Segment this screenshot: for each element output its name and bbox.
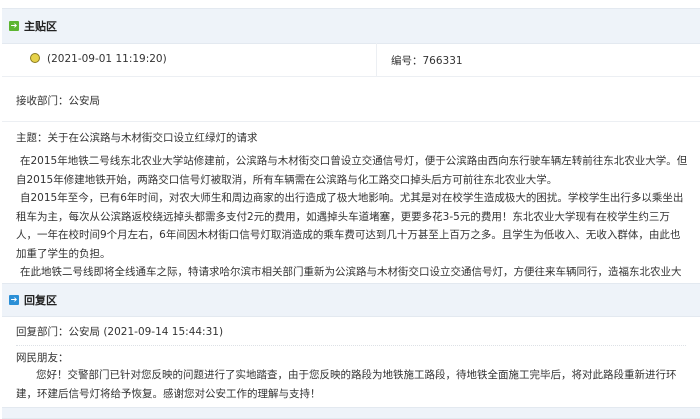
reply-body: 您好！交警部门已针对您反映的问题进行了实地踏查，由于您反映的路段为地铁施工路段，… [16, 366, 688, 403]
divider [16, 345, 686, 346]
department-row: 接收部门：公安局 [2, 77, 700, 122]
reply-text: 您好！交警部门已针对您反映的问题进行了实地踏查，由于您反映的路段为地铁施工路段，… [16, 369, 677, 400]
reply-department: 回复部门：公安局 (2021-09-14 15:44:31) [16, 326, 224, 338]
divider [376, 43, 377, 76]
post-number: 编号：766331 [391, 55, 463, 67]
footer-band [2, 407, 700, 419]
post-body: 在2015年地铁二号线东北农业大学站修建前，公滨路与木材街交口曾设立交通信号灯，… [16, 152, 688, 300]
post-paragraph: 在2015年地铁二号线东北农业大学站修建前，公滨路与木材街交口曾设立交通信号灯，… [16, 155, 688, 186]
reply-icon: ➔ [9, 295, 19, 305]
post-paragraph: 自2015年至今，已有6年时间，对农大师生和周边商家的出行造成了极大地影响。尤其… [16, 192, 684, 260]
reply-section-header: ➔ 回复区 [2, 283, 700, 317]
reply-section-title: 回复区 [24, 294, 57, 307]
post-subject: 主题：关于在公滨路与木材街交口设立红绿灯的请求 [16, 132, 258, 144]
receiving-department: 接收部门：公安局 [16, 95, 100, 107]
smiley-icon [30, 52, 40, 64]
main-section-header: ➔ 主贴区 [2, 8, 700, 44]
arrow-right-icon: ➔ [9, 21, 19, 31]
reply-greeting: 网民朋友： [16, 352, 69, 364]
post-timestamp: (2021-09-01 11:19:20) [47, 53, 167, 65]
post-meta-row: (2021-09-01 11:19:20) 编号：766331 [2, 43, 700, 77]
main-section-title: 主贴区 [24, 20, 57, 33]
